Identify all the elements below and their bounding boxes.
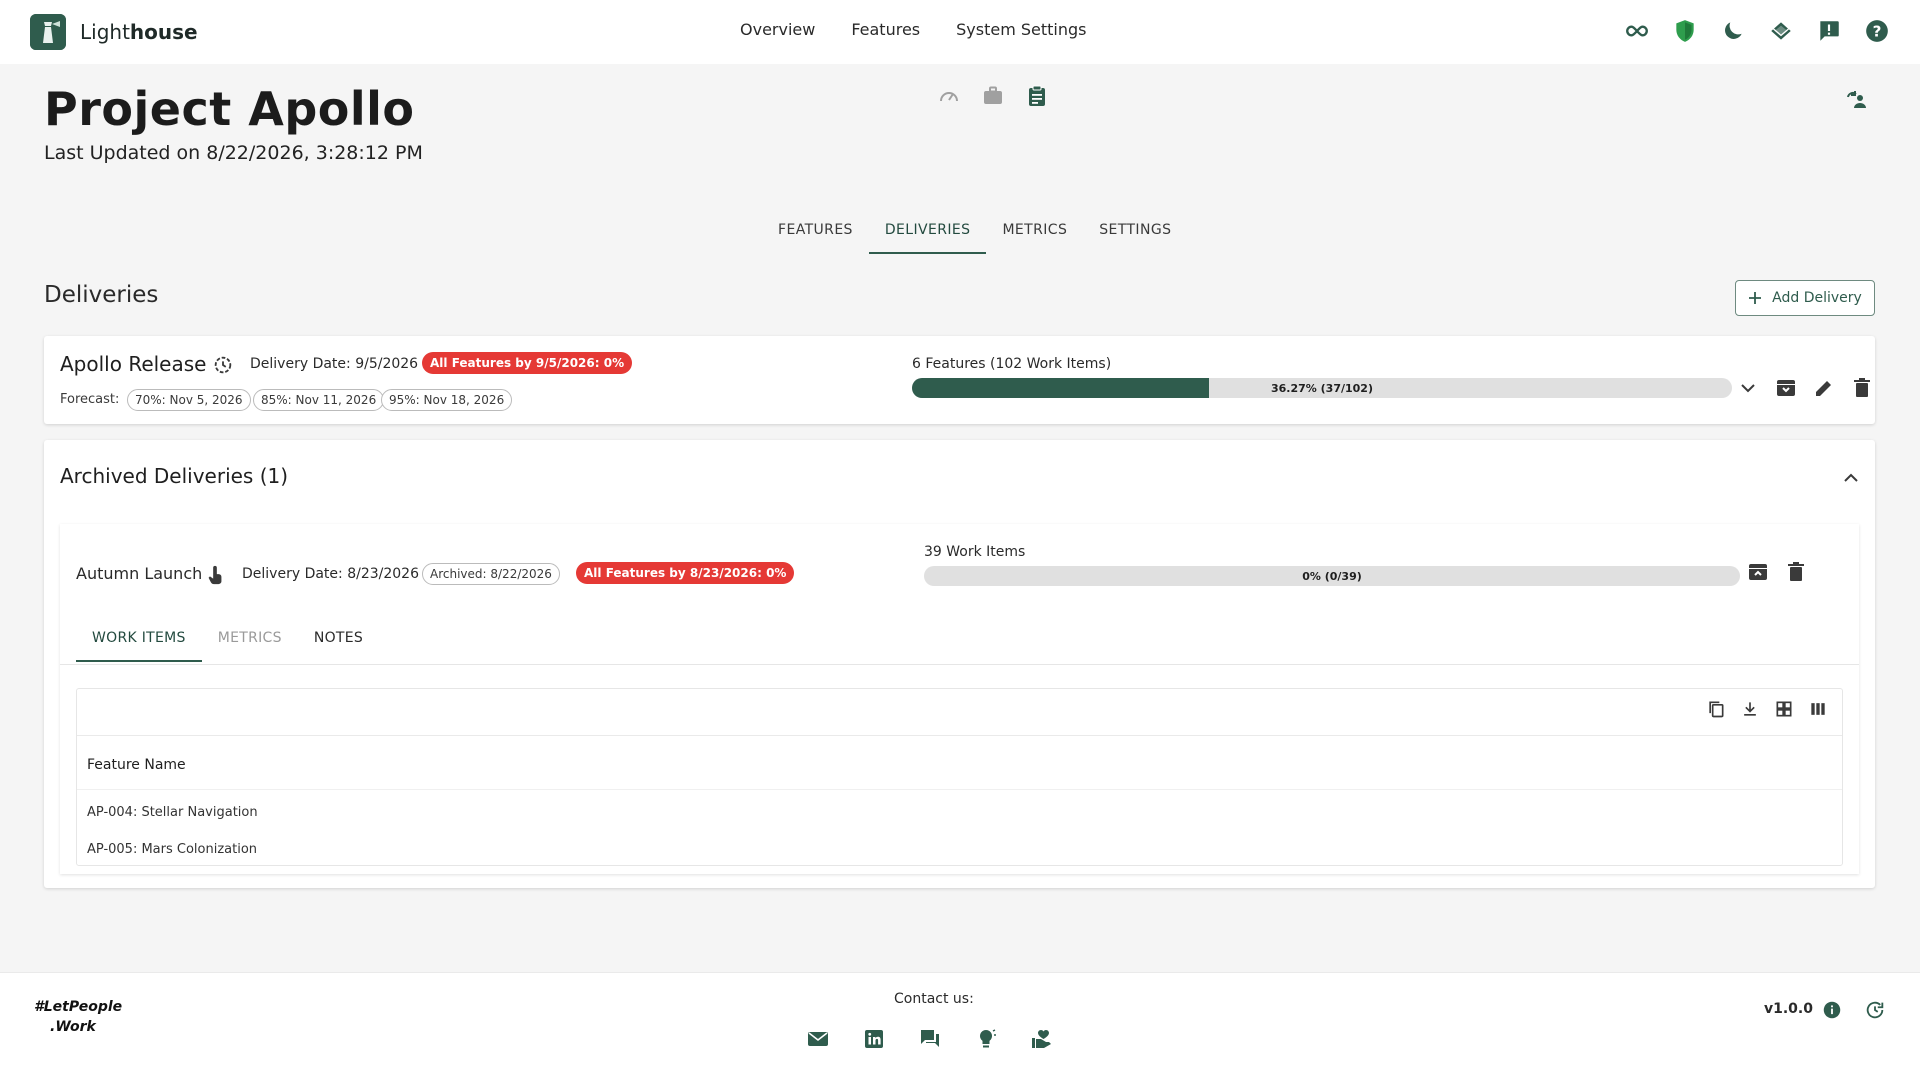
delivery-name: Apollo Release bbox=[60, 352, 207, 376]
archived-deliveries-panel: Archived Deliveries (1) Autumn Launch De… bbox=[44, 440, 1875, 888]
forecast-chip-70: 70%: Nov 5, 2026 bbox=[127, 389, 251, 411]
delivery-status-icon bbox=[212, 354, 234, 376]
feedback-icon[interactable] bbox=[1816, 18, 1842, 44]
letpeople-logo[interactable]: #LetPeople .Work bbox=[34, 997, 122, 1037]
logo-line-2: .Work bbox=[50, 1019, 96, 1035]
grid-view-icon[interactable] bbox=[1774, 699, 1794, 719]
archived-delivery-actions bbox=[1746, 560, 1808, 584]
archived-status-chip: All Features by 8/23/2026: 0% bbox=[576, 562, 795, 584]
unarchive-icon[interactable] bbox=[1746, 560, 1770, 584]
tab-features[interactable]: FEATURES bbox=[762, 212, 869, 254]
delivery-date: Delivery Date: 9/5/2026 bbox=[250, 356, 419, 372]
page-title: Project Apollo bbox=[44, 82, 415, 136]
contact-label: Contact us: bbox=[894, 991, 974, 1007]
tab-work-items[interactable]: WORK ITEMS bbox=[76, 618, 202, 662]
add-delivery-button[interactable]: Add Delivery bbox=[1735, 280, 1875, 316]
work-items-grid: Feature Name AP-004: Stellar Navigation … bbox=[76, 688, 1843, 866]
nav-overview[interactable]: Overview bbox=[740, 20, 815, 39]
archived-delivery-card: Autumn Launch Delivery Date: 8/23/2026 A… bbox=[60, 524, 1859, 874]
footer: #LetPeople .Work Contact us: v1.0.0 bbox=[0, 972, 1920, 1080]
project-tabs: FEATURES DELIVERIES METRICS SETTINGS bbox=[762, 212, 1187, 254]
stack-icon[interactable] bbox=[1768, 18, 1794, 44]
table-row[interactable]: AP-005: Mars Colonization bbox=[87, 842, 257, 857]
archived-delivery-date: Delivery Date: 8/23/2026 bbox=[242, 566, 419, 582]
tab-deliveries[interactable]: DELIVERIES bbox=[868, 212, 987, 254]
delivery-card: Apollo Release Delivery Date: 9/5/2026 A… bbox=[44, 336, 1875, 424]
update-icon[interactable] bbox=[1864, 999, 1886, 1021]
lighthouse-logo-icon bbox=[30, 14, 66, 50]
delete-icon[interactable] bbox=[1784, 560, 1808, 584]
archived-work-item-summary: 39 Work Items bbox=[924, 544, 1026, 560]
archived-deliveries-title[interactable]: Archived Deliveries (1) bbox=[60, 464, 288, 488]
delivery-actions bbox=[1736, 376, 1874, 400]
archived-sub-tabs: WORK ITEMS METRICS NOTES bbox=[76, 618, 379, 662]
chat-icon[interactable] bbox=[918, 1027, 942, 1051]
project-view-icons bbox=[937, 84, 1049, 108]
logo-line-1: #LetPeople bbox=[34, 999, 123, 1015]
archive-icon[interactable] bbox=[1774, 376, 1798, 400]
forecast-chip-85: 85%: Nov 11, 2026 bbox=[253, 389, 385, 411]
archived-progress-bar: 0% (0/39) bbox=[924, 566, 1740, 586]
forecast-label: Forecast: bbox=[60, 392, 120, 407]
delivery-feature-summary: 6 Features (102 Work Items) bbox=[912, 356, 1112, 372]
tab-settings[interactable]: SETTINGS bbox=[1083, 212, 1187, 254]
add-delivery-label: Add Delivery bbox=[1772, 290, 1862, 306]
linkedin-icon[interactable] bbox=[862, 1027, 886, 1051]
chevron-up-icon[interactable] bbox=[1839, 466, 1863, 490]
copy-icon[interactable] bbox=[1706, 699, 1726, 719]
help-icon[interactable]: ? bbox=[1864, 18, 1890, 44]
top-toolbar: ? bbox=[1624, 18, 1890, 44]
version-label: v1.0.0 bbox=[1764, 1001, 1813, 1017]
volunteer-icon[interactable] bbox=[1030, 1027, 1054, 1051]
last-updated: Last Updated on 8/22/2026, 3:28:12 PM bbox=[44, 142, 423, 164]
section-title: Deliveries bbox=[44, 282, 159, 308]
tab-notes[interactable]: NOTES bbox=[298, 618, 379, 662]
column-header-feature-name[interactable]: Feature Name bbox=[87, 757, 186, 773]
brand-name: Lighthouse bbox=[80, 20, 198, 44]
contact-icons bbox=[806, 1027, 1054, 1051]
tab-metrics[interactable]: METRICS bbox=[986, 212, 1083, 254]
edit-icon[interactable] bbox=[1812, 376, 1836, 400]
sub-tabs-divider bbox=[60, 664, 1859, 665]
touch-icon bbox=[204, 564, 226, 586]
shield-icon[interactable] bbox=[1672, 18, 1698, 44]
archived-progress-label: 0% (0/39) bbox=[1302, 569, 1362, 583]
delivery-status-chip: All Features by 9/5/2026: 0% bbox=[422, 352, 633, 374]
top-navigation-bar: Lighthouse Overview Features System Sett… bbox=[0, 0, 1920, 64]
speedometer-icon[interactable] bbox=[937, 84, 961, 108]
people-refresh-icon[interactable] bbox=[1845, 88, 1869, 112]
chevron-down-icon[interactable] bbox=[1736, 376, 1760, 400]
delivery-progress-label: 36.27% (37/102) bbox=[1271, 381, 1373, 395]
grid-header-divider bbox=[77, 789, 1842, 790]
tab-archived-metrics[interactable]: METRICS bbox=[202, 618, 298, 662]
main-content: Project Apollo Last Updated on 8/22/2026… bbox=[0, 64, 1920, 972]
clipboard-icon[interactable] bbox=[1025, 84, 1049, 108]
brand[interactable]: Lighthouse bbox=[30, 14, 198, 50]
table-row[interactable]: AP-004: Stellar Navigation bbox=[87, 805, 258, 820]
main-nav: Overview Features System Settings bbox=[740, 20, 1087, 39]
moon-icon[interactable] bbox=[1720, 18, 1746, 44]
delivery-progress-bar: 36.27% (37/102) bbox=[912, 378, 1732, 398]
grid-toolbar bbox=[1706, 699, 1828, 719]
archived-delivery-name: Autumn Launch bbox=[76, 564, 203, 583]
email-icon[interactable] bbox=[806, 1027, 830, 1051]
nav-system-settings[interactable]: System Settings bbox=[956, 20, 1086, 39]
svg-text:?: ? bbox=[1873, 22, 1882, 40]
download-icon[interactable] bbox=[1740, 699, 1760, 719]
plus-icon bbox=[1748, 291, 1762, 305]
archived-date-chip: Archived: 8/22/2026 bbox=[422, 563, 560, 585]
info-icon[interactable] bbox=[1821, 999, 1843, 1021]
infinity-icon[interactable] bbox=[1624, 18, 1650, 44]
columns-icon[interactable] bbox=[1808, 699, 1828, 719]
lightbulb-icon[interactable] bbox=[974, 1027, 998, 1051]
grid-toolbar-divider bbox=[77, 735, 1842, 736]
forecast-chip-95: 95%: Nov 18, 2026 bbox=[381, 389, 513, 411]
nav-features[interactable]: Features bbox=[851, 20, 920, 39]
delete-icon[interactable] bbox=[1850, 376, 1874, 400]
briefcase-icon[interactable] bbox=[981, 84, 1005, 108]
